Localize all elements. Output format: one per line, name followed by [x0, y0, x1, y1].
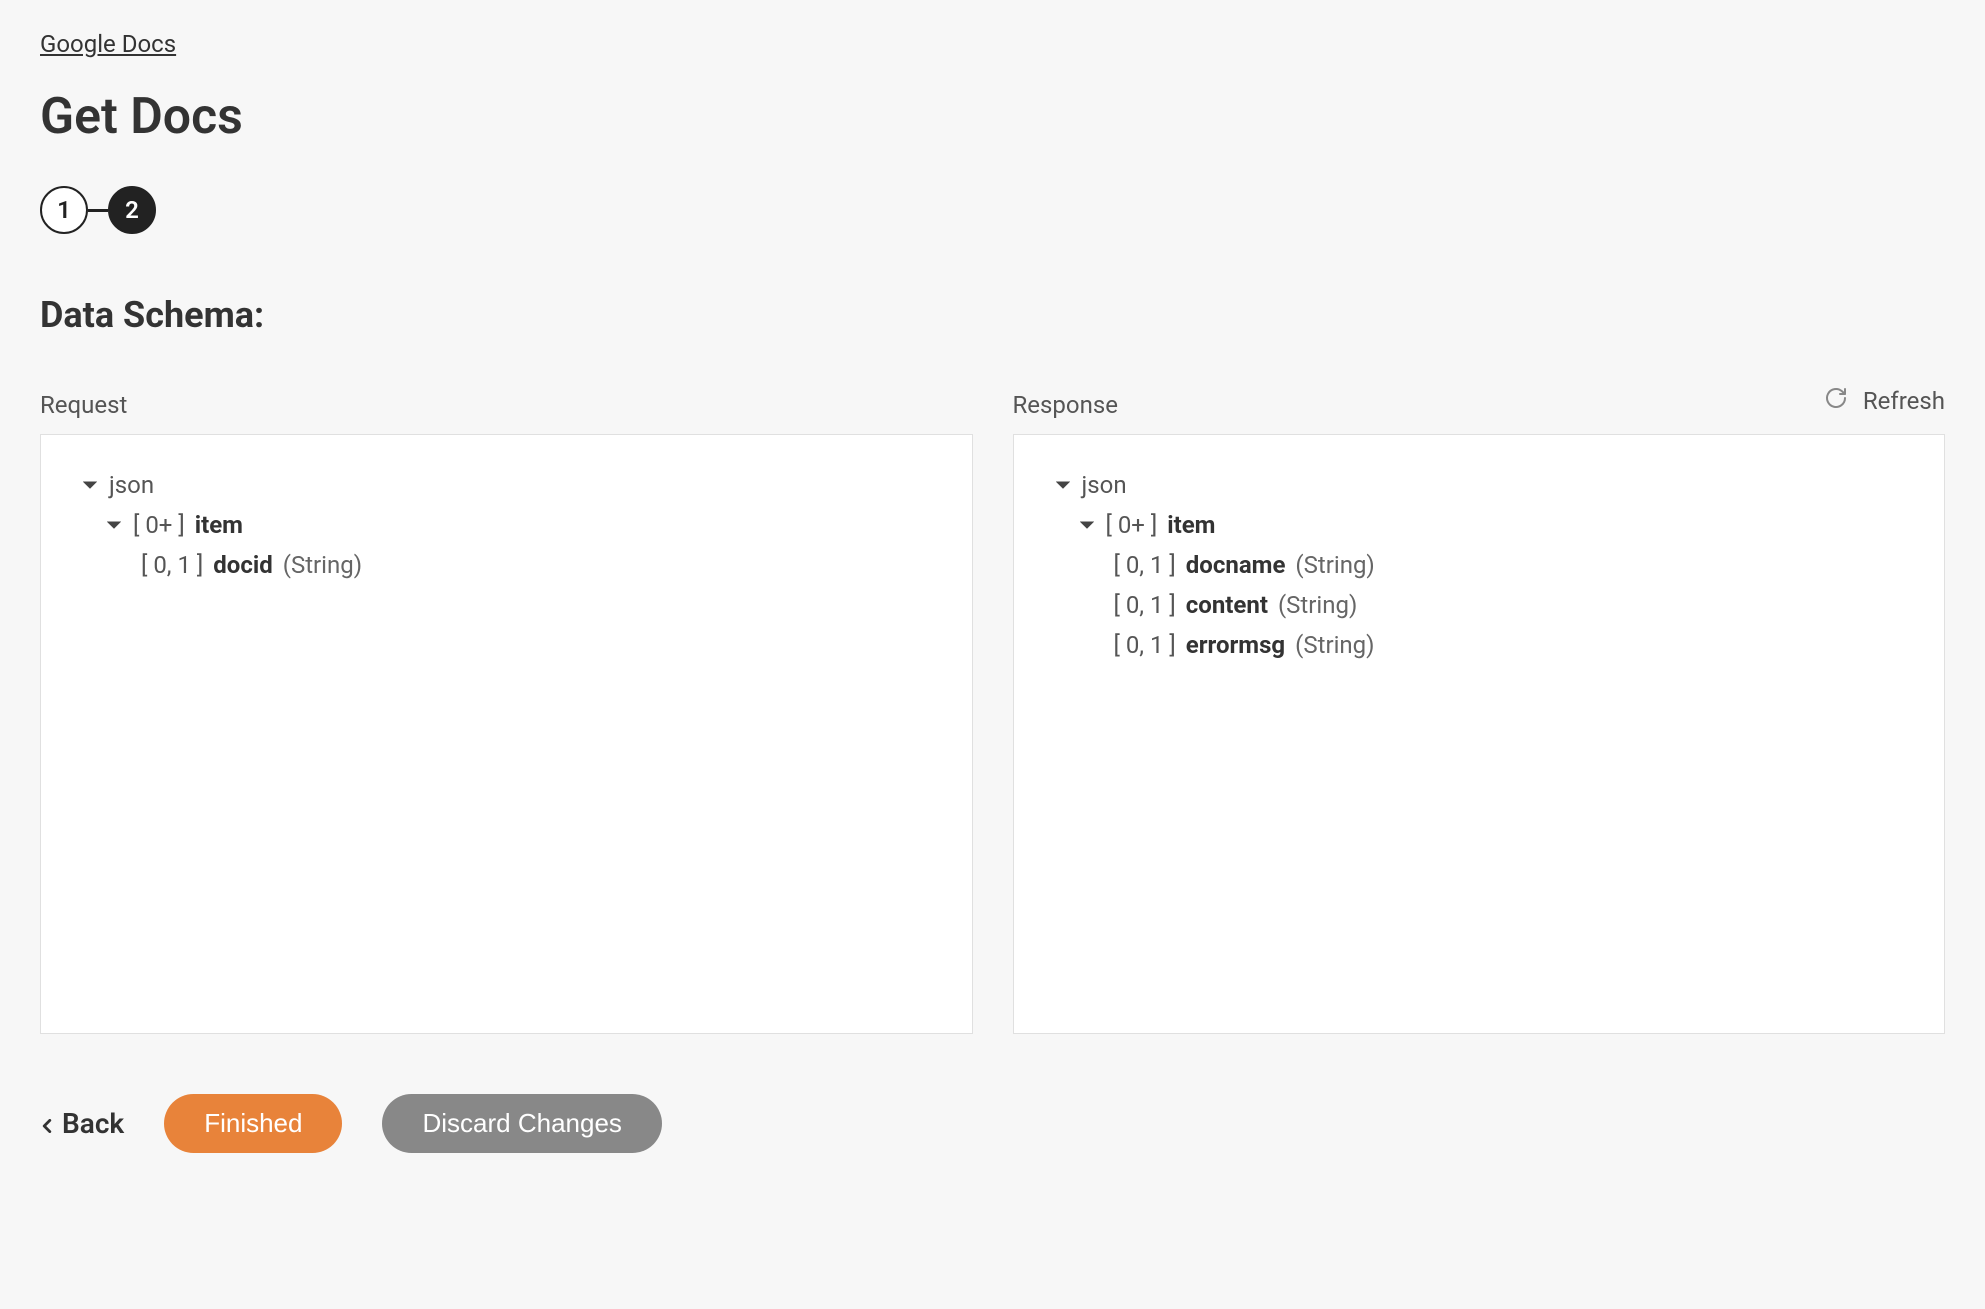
tree-root-label: json: [1082, 471, 1127, 499]
field-name: docid: [213, 551, 272, 579]
tree-row-field[interactable]: [ 0, 1 ] errormsg (String): [1054, 625, 1905, 665]
section-title: Data Schema:: [40, 294, 1945, 336]
chevron-down-icon[interactable]: [81, 476, 99, 494]
field-type: (String): [1278, 591, 1357, 619]
step-1[interactable]: 1: [40, 186, 88, 234]
tree-root-label: json: [109, 471, 154, 499]
field-name: errormsg: [1186, 631, 1285, 659]
chevron-down-icon[interactable]: [105, 516, 123, 534]
chevron-down-icon[interactable]: [1078, 516, 1096, 534]
step-connector: [88, 209, 108, 212]
field-type: (String): [1295, 631, 1374, 659]
request-panel: json [ 0+ ] item [ 0, 1 ] docid (String): [40, 434, 973, 1034]
chevron-down-icon[interactable]: [1054, 476, 1072, 494]
page-title: Get Docs: [40, 88, 1945, 146]
tree-row-field[interactable]: [ 0, 1 ] content (String): [1054, 585, 1905, 625]
response-panel: json [ 0+ ] item [ 0, 1 ] docname (Strin…: [1013, 434, 1946, 1034]
tree-row-root[interactable]: json: [1054, 465, 1905, 505]
request-label: Request: [40, 391, 973, 419]
field-cardinality: [ 0, 1 ]: [141, 551, 203, 579]
back-button[interactable]: Back: [40, 1107, 124, 1140]
tree-item-prefix: [ 0+ ]: [1106, 511, 1158, 539]
field-name: content: [1186, 591, 1268, 619]
response-label: Response: [1013, 391, 1946, 419]
discard-button[interactable]: Discard Changes: [382, 1094, 661, 1153]
tree-row-item[interactable]: [ 0+ ] item: [81, 505, 932, 545]
tree-row-field[interactable]: [ 0, 1 ] docname (String): [1054, 545, 1905, 585]
field-type: (String): [1295, 551, 1374, 579]
tree-item-prefix: [ 0+ ]: [133, 511, 185, 539]
stepper: 1 2: [40, 186, 1945, 234]
field-cardinality: [ 0, 1 ]: [1114, 591, 1176, 619]
field-cardinality: [ 0, 1 ]: [1114, 631, 1176, 659]
back-label: Back: [62, 1107, 124, 1140]
field-cardinality: [ 0, 1 ]: [1114, 551, 1176, 579]
breadcrumb-link[interactable]: Google Docs: [40, 30, 176, 58]
field-name: docname: [1186, 551, 1286, 579]
tree-row-item[interactable]: [ 0+ ] item: [1054, 505, 1905, 545]
step-2[interactable]: 2: [108, 186, 156, 234]
tree-row-root[interactable]: json: [81, 465, 932, 505]
finished-button[interactable]: Finished: [164, 1094, 342, 1153]
tree-row-field[interactable]: [ 0, 1 ] docid (String): [81, 545, 932, 585]
field-type: (String): [283, 551, 362, 579]
chevron-left-icon: [40, 1107, 54, 1140]
tree-item-name: item: [195, 511, 243, 539]
tree-item-name: item: [1167, 511, 1215, 539]
